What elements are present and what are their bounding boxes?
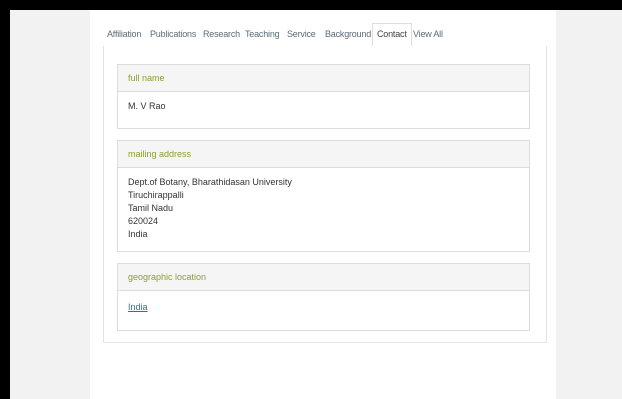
tab-view-all[interactable]: View All (409, 24, 447, 45)
mailing-address-panel: mailing address Dept.of Botany, Bharathi… (117, 140, 530, 252)
window-top-border (0, 0, 622, 10)
full-name-panel: full name M. V Rao (117, 64, 530, 129)
full-name-value: M. V Rao (128, 101, 166, 111)
tab-service[interactable]: Service (283, 24, 320, 45)
window-left-border (0, 0, 10, 399)
profile-tabs: Affiliation Publications Research Teachi… (103, 23, 545, 47)
address-line-country: India (128, 229, 148, 239)
tab-teaching[interactable]: Teaching (241, 24, 283, 45)
tab-research[interactable]: Research (199, 24, 244, 45)
full-name-heading: full name (118, 65, 529, 92)
tab-background[interactable]: Background (321, 24, 375, 45)
address-line-postcode: 620024 (128, 216, 159, 226)
geographic-location-heading: geographic location (118, 264, 529, 291)
mailing-address-body: Dept.of Botany, Bharathidasan University… (118, 168, 529, 249)
address-line-department: Dept.of Botany, Bharathidasan University (128, 177, 292, 187)
tab-contact[interactable]: Contact (372, 23, 412, 47)
address-line-city: Tiruchirappalli (128, 190, 184, 200)
mailing-address-heading: mailing address (118, 141, 529, 168)
tab-affiliation[interactable]: Affiliation (103, 24, 145, 45)
full-name-body: M. V Rao (118, 92, 529, 121)
geographic-location-panel: geographic location India (117, 263, 530, 331)
geographic-location-link[interactable]: India (128, 302, 148, 312)
tab-publications[interactable]: Publications (146, 24, 200, 45)
geographic-location-body: India (118, 291, 529, 322)
address-line-state: Tamil Nadu (128, 203, 174, 213)
